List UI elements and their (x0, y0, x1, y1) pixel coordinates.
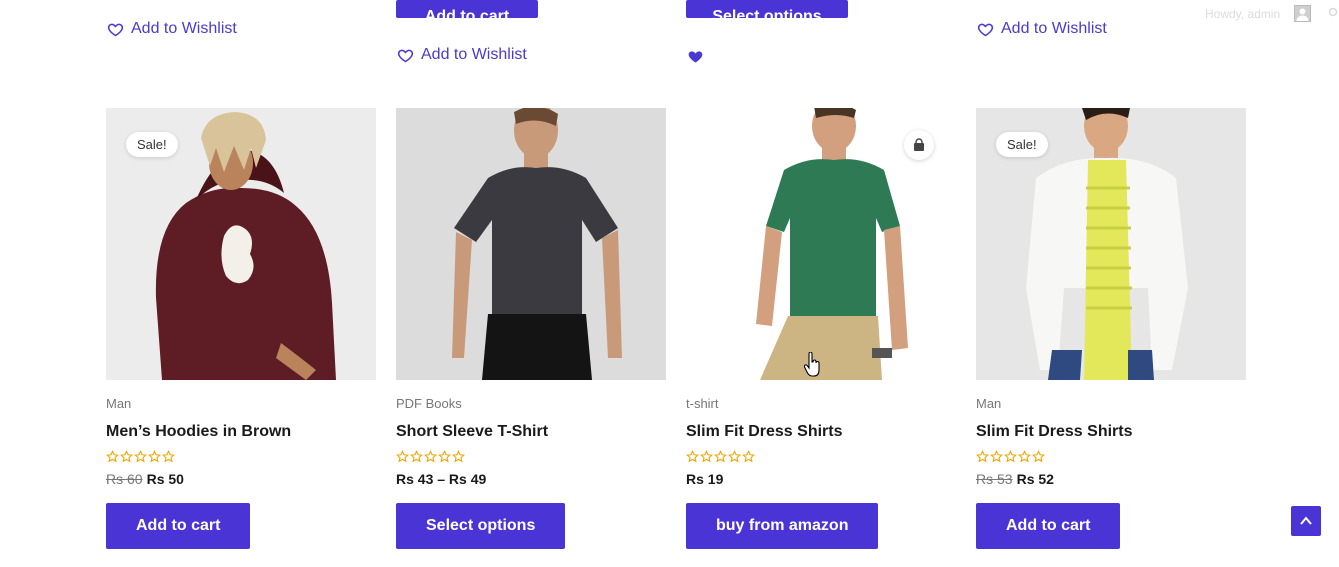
product-category[interactable]: t-shirt (686, 396, 956, 411)
product-price: Rs 53 Rs 52 (976, 471, 1246, 487)
user-avatar-icon (1296, 8, 1309, 21)
product-category[interactable]: PDF Books (396, 396, 666, 411)
price-range: Rs 43 – Rs 49 (396, 471, 487, 487)
search-icon[interactable] (1328, 7, 1339, 18)
old-price: Rs 60 (106, 471, 143, 487)
add-to-wishlist-link-4[interactable]: Add to Wishlist (977, 20, 1107, 38)
star-outline-icon (396, 450, 409, 463)
hand-cursor-icon (804, 352, 820, 377)
product-image[interactable] (396, 108, 666, 380)
current-price: Rs 19 (686, 471, 724, 487)
scroll-to-top-button[interactable] (1291, 506, 1321, 536)
star-outline-icon (686, 450, 699, 463)
product-title[interactable]: Short Sleeve T-Shirt (396, 423, 666, 441)
tshirt-photo-icon (396, 108, 666, 380)
product-category[interactable]: Man (106, 396, 376, 411)
sale-badge: Sale! (126, 132, 178, 157)
add-to-cart-button-top[interactable]: Add to cart (396, 0, 538, 18)
product-title[interactable]: Men’s Hoodies in Brown (106, 423, 376, 441)
product-card: Sale! Man Men’s Hoodies in Brown Rs 60 Rs… (106, 108, 376, 549)
wishlist-label: Add to Wishlist (421, 46, 527, 63)
sale-price: Rs 52 (1016, 471, 1054, 487)
star-outline-icon (1018, 450, 1031, 463)
add-to-wishlist-link-2[interactable]: Add to Wishlist (397, 46, 527, 64)
heart-outline-icon (397, 49, 414, 62)
select-options-button-top[interactable]: Select options (686, 0, 848, 18)
sale-badge: Sale! (996, 132, 1048, 157)
product-category[interactable]: Man (976, 396, 1246, 411)
wishlist-label: Add to Wishlist (1001, 20, 1107, 37)
star-rating (106, 450, 376, 463)
product-title[interactable]: Slim Fit Dress Shirts (686, 423, 956, 441)
select-options-button[interactable]: Select options (396, 503, 566, 549)
star-outline-icon (742, 450, 755, 463)
star-outline-icon (424, 450, 437, 463)
shopping-bag-icon (914, 138, 924, 151)
product-title[interactable]: Slim Fit Dress Shirts (976, 423, 1246, 441)
star-outline-icon (438, 450, 451, 463)
product-image[interactable]: Sale! (106, 108, 376, 380)
admin-greeting[interactable]: Howdy, admin (1205, 7, 1280, 21)
star-outline-icon (148, 450, 161, 463)
added-to-wishlist-link[interactable] (687, 48, 704, 65)
star-outline-icon (990, 450, 1003, 463)
product-card: t-shirt Slim Fit Dress Shirts Rs 19 buy … (686, 108, 956, 549)
button-label: Select options (712, 8, 822, 18)
star-outline-icon (1004, 450, 1017, 463)
admin-avatar[interactable] (1294, 5, 1311, 22)
heart-filled-icon (688, 51, 703, 63)
star-outline-icon (700, 450, 713, 463)
chevron-up-icon (1300, 516, 1312, 525)
product-card: Sale! Man Slim Fit Dress Shirts Rs 53 Rs … (976, 108, 1246, 549)
button-label: Add to cart (424, 8, 510, 18)
star-outline-icon (134, 450, 147, 463)
old-price: Rs 53 (976, 471, 1013, 487)
product-image[interactable]: Sale! (976, 108, 1246, 380)
add-to-cart-button[interactable]: Add to cart (976, 503, 1121, 549)
product-price: Rs 43 – Rs 49 (396, 471, 666, 487)
add-to-cart-button[interactable]: Add to cart (106, 503, 251, 549)
star-outline-icon (410, 450, 423, 463)
star-outline-icon (452, 450, 465, 463)
heart-outline-icon (107, 23, 124, 36)
star-outline-icon (162, 450, 175, 463)
add-to-wishlist-link-1[interactable]: Add to Wishlist (107, 20, 237, 38)
quick-buy-button[interactable] (904, 130, 934, 160)
star-outline-icon (976, 450, 989, 463)
star-outline-icon (1032, 450, 1045, 463)
star-outline-icon (714, 450, 727, 463)
product-image[interactable] (686, 108, 956, 380)
star-rating (686, 450, 956, 463)
star-rating (976, 450, 1246, 463)
product-price: Rs 19 (686, 471, 956, 487)
buy-from-amazon-button[interactable]: buy from amazon (686, 503, 879, 549)
product-card: PDF Books Short Sleeve T-Shirt Rs 43 – R… (396, 108, 666, 549)
product-price: Rs 60 Rs 50 (106, 471, 376, 487)
heart-outline-icon (977, 23, 994, 36)
star-rating (396, 450, 666, 463)
star-outline-icon (728, 450, 741, 463)
star-outline-icon (120, 450, 133, 463)
sale-price: Rs 50 (146, 471, 184, 487)
wishlist-label: Add to Wishlist (131, 20, 237, 37)
star-outline-icon (106, 450, 119, 463)
